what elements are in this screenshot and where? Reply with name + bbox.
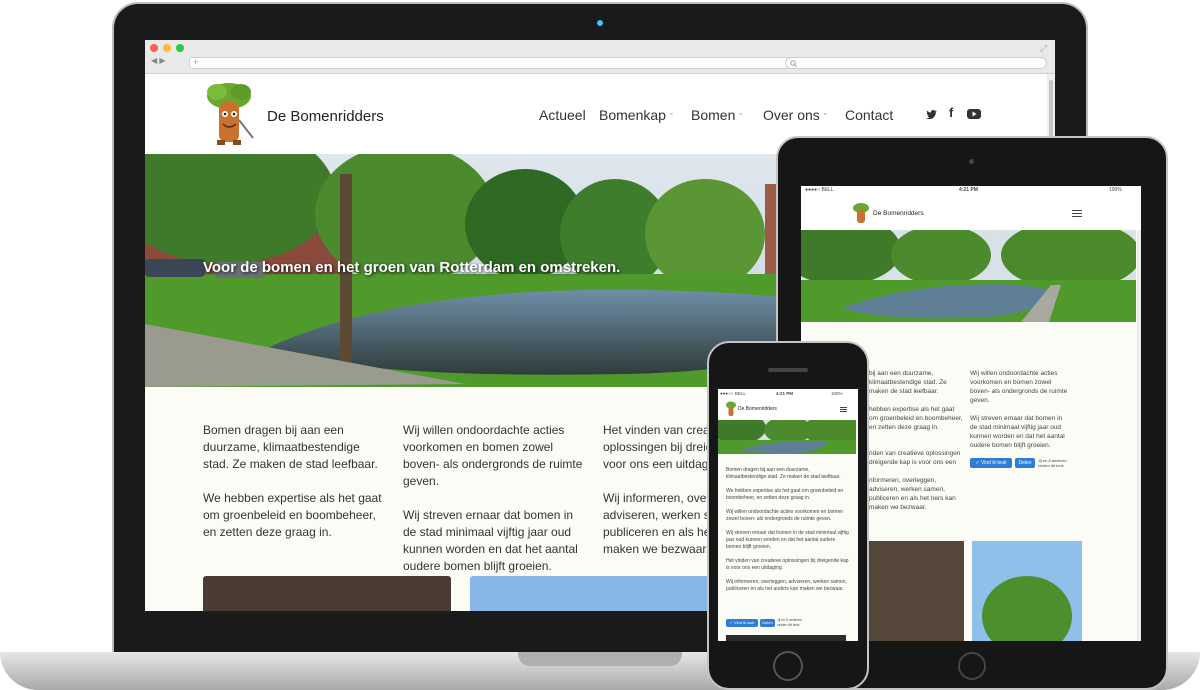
- like-count: Jij en 6 anderen vinden dit leuk: [777, 618, 802, 627]
- phone-speaker: [768, 368, 808, 372]
- chevron-down-icon: ˇ: [739, 112, 743, 122]
- hamburger-menu-icon[interactable]: [1072, 210, 1082, 217]
- like-button[interactable]: ✓ Vind ik leuk: [970, 458, 1012, 468]
- chevron-down-icon: ˇ: [669, 112, 673, 122]
- nav-bomenkap[interactable]: Bomenkap ˇ: [599, 107, 673, 123]
- tree-knight-logo-icon[interactable]: [203, 80, 259, 148]
- browser-toolbar: ◀ ▶ ⤢ +: [145, 40, 1055, 74]
- carrier-label: ●●●○○ BELL: [720, 391, 746, 396]
- nav-actueel[interactable]: Actueel: [539, 107, 586, 123]
- tablet-site-header: De Bomenridders: [801, 196, 1141, 230]
- phone-home-button[interactable]: [773, 651, 803, 681]
- sky-photo-card[interactable]: [470, 576, 720, 611]
- intro-paragraph: bij aan een duurzame, klimaatbestendige …: [869, 370, 947, 395]
- address-bar[interactable]: +: [189, 57, 817, 69]
- phone-site-header: De Bomenridders: [718, 398, 858, 420]
- close-window-button[interactable]: [150, 44, 158, 52]
- intro-paragraph: Wij willen ondoordachte acties voorkomen…: [726, 509, 844, 522]
- intro-paragraph: Wij streven ernaar dat bomen in de stad …: [970, 415, 1065, 449]
- intro-column-2: Wij willen ondoordachte acties voorkomen…: [403, 422, 588, 592]
- status-time: 4:21 PM: [959, 187, 978, 193]
- battery-label: 100%: [1109, 187, 1122, 193]
- hamburger-menu-icon[interactable]: [840, 407, 847, 412]
- battery-label: 100%: [831, 391, 843, 396]
- intro-column-1: Bomen dragen bij aan een duurzame, klima…: [203, 422, 388, 558]
- browser-search-field[interactable]: [785, 57, 1047, 69]
- phone-screen: ●●●○○ BELL 4:21 PM 100% De Bomenridders …: [718, 389, 858, 641]
- nav-label: Over ons: [763, 107, 820, 123]
- laptop-notch: [518, 652, 682, 666]
- site-logo-text[interactable]: De Bomenridders: [267, 108, 384, 125]
- intro-paragraph: hebben expertise als het gaat om groenbe…: [869, 406, 963, 431]
- nav-label: Actueel: [539, 107, 586, 123]
- park-pond-photo: [801, 230, 1136, 322]
- nav-label: Bomenkap: [599, 107, 666, 123]
- share-button[interactable]: Delen: [1015, 458, 1035, 468]
- laptop-camera: [597, 20, 603, 26]
- intro-paragraph: Wij streven ernaar dat bomen in de stad …: [403, 508, 578, 573]
- site-logo-text[interactable]: De Bomenridders: [873, 209, 924, 218]
- intro-paragraph: Wij informeren, overleggen, adviseren, w…: [726, 579, 847, 592]
- phone-hero-banner: [718, 420, 856, 454]
- maximize-window-button[interactable]: [176, 44, 184, 52]
- intro-paragraph: nden van creatieve oplossingen dreigende…: [869, 450, 961, 466]
- carrier-label: ●●●●○ BELL: [805, 187, 834, 193]
- nav-over-ons[interactable]: Over ons ˇ: [763, 107, 827, 123]
- nav-label: Bomen: [691, 107, 736, 123]
- intro-paragraph: nformeren, overleggen, adviseren, werken…: [869, 477, 956, 511]
- tablet-column-right: Wij willen ondoordachte acties voorkomen…: [970, 369, 1070, 450]
- intro-paragraph: Wij willen ondoordachte acties voorkomen…: [403, 423, 583, 488]
- tablet-camera: [969, 159, 974, 164]
- tablet-home-button[interactable]: [958, 652, 986, 680]
- intro-paragraph: Het vinden van creatieve oplossingen bij…: [726, 558, 849, 571]
- fullscreen-icon[interactable]: ⤢: [1040, 43, 1047, 54]
- tree-photo-card[interactable]: [726, 635, 846, 641]
- like-count: Jij en 6 anderen vinden dit leuk: [1038, 458, 1067, 468]
- intro-paragraph: Wij willen ondoordachte acties voorkomen…: [970, 370, 1068, 404]
- sky-photo-card[interactable]: [972, 541, 1082, 641]
- twitter-icon[interactable]: [926, 109, 938, 119]
- nav-contact[interactable]: Contact: [845, 107, 893, 123]
- tablet-hero-banner: [801, 230, 1136, 322]
- minimize-window-button[interactable]: [163, 44, 171, 52]
- nav-bomen[interactable]: Bomen ˇ: [691, 107, 742, 123]
- tree-photo: [982, 576, 1072, 641]
- intro-paragraph: Bomen dragen bij aan een duurzame, klima…: [726, 467, 841, 480]
- tree-knight-logo-icon[interactable]: [726, 401, 736, 416]
- phone-status-bar: ●●●○○ BELL 4:21 PM 100%: [718, 389, 858, 398]
- back-forward-icon[interactable]: ◀ ▶: [151, 56, 166, 65]
- like-button[interactable]: ✓ Vind ik leuk: [726, 619, 758, 627]
- hero-caption: Voor de bomen en het groen van Rotterdam…: [203, 259, 621, 276]
- tree-photo-card[interactable]: [203, 576, 451, 611]
- intro-paragraph: Wij streven ernaar dat bomen in de stad …: [726, 530, 849, 550]
- search-icon: [790, 60, 797, 67]
- tablet-status-bar: ●●●●○ BELL 4:21 PM 100%: [801, 186, 1141, 196]
- new-tab-icon[interactable]: +: [193, 57, 198, 67]
- intro-paragraph: We hebben expertise als het gaat om groe…: [726, 488, 844, 501]
- intro-paragraph: Bomen dragen bij aan een duurzame, klima…: [203, 423, 378, 471]
- intro-paragraph: We hebben expertise als het gaat om groe…: [203, 491, 382, 539]
- share-button[interactable]: Delen: [760, 619, 775, 627]
- site-logo-text[interactable]: De Bomenridders: [738, 406, 777, 413]
- nav-label: Contact: [845, 107, 894, 123]
- tablet-scrollbar[interactable]: [1137, 230, 1141, 641]
- tree-photo-card[interactable]: [869, 541, 964, 641]
- park-pond-photo: [718, 420, 856, 454]
- tablet-column-left: bij aan een duurzame, klimaatbestendige …: [869, 369, 965, 432]
- tablet-column-middle: nden van creatieve oplossingen dreigende…: [869, 449, 967, 512]
- chevron-down-icon: ˇ: [823, 112, 827, 122]
- facebook-icon[interactable]: f: [949, 105, 953, 120]
- phone-content: Bomen dragen bij aan een duurzame, klima…: [726, 467, 851, 593]
- tree-knight-logo-icon[interactable]: [853, 202, 869, 224]
- status-time: 4:21 PM: [776, 391, 794, 396]
- youtube-icon[interactable]: [967, 109, 981, 119]
